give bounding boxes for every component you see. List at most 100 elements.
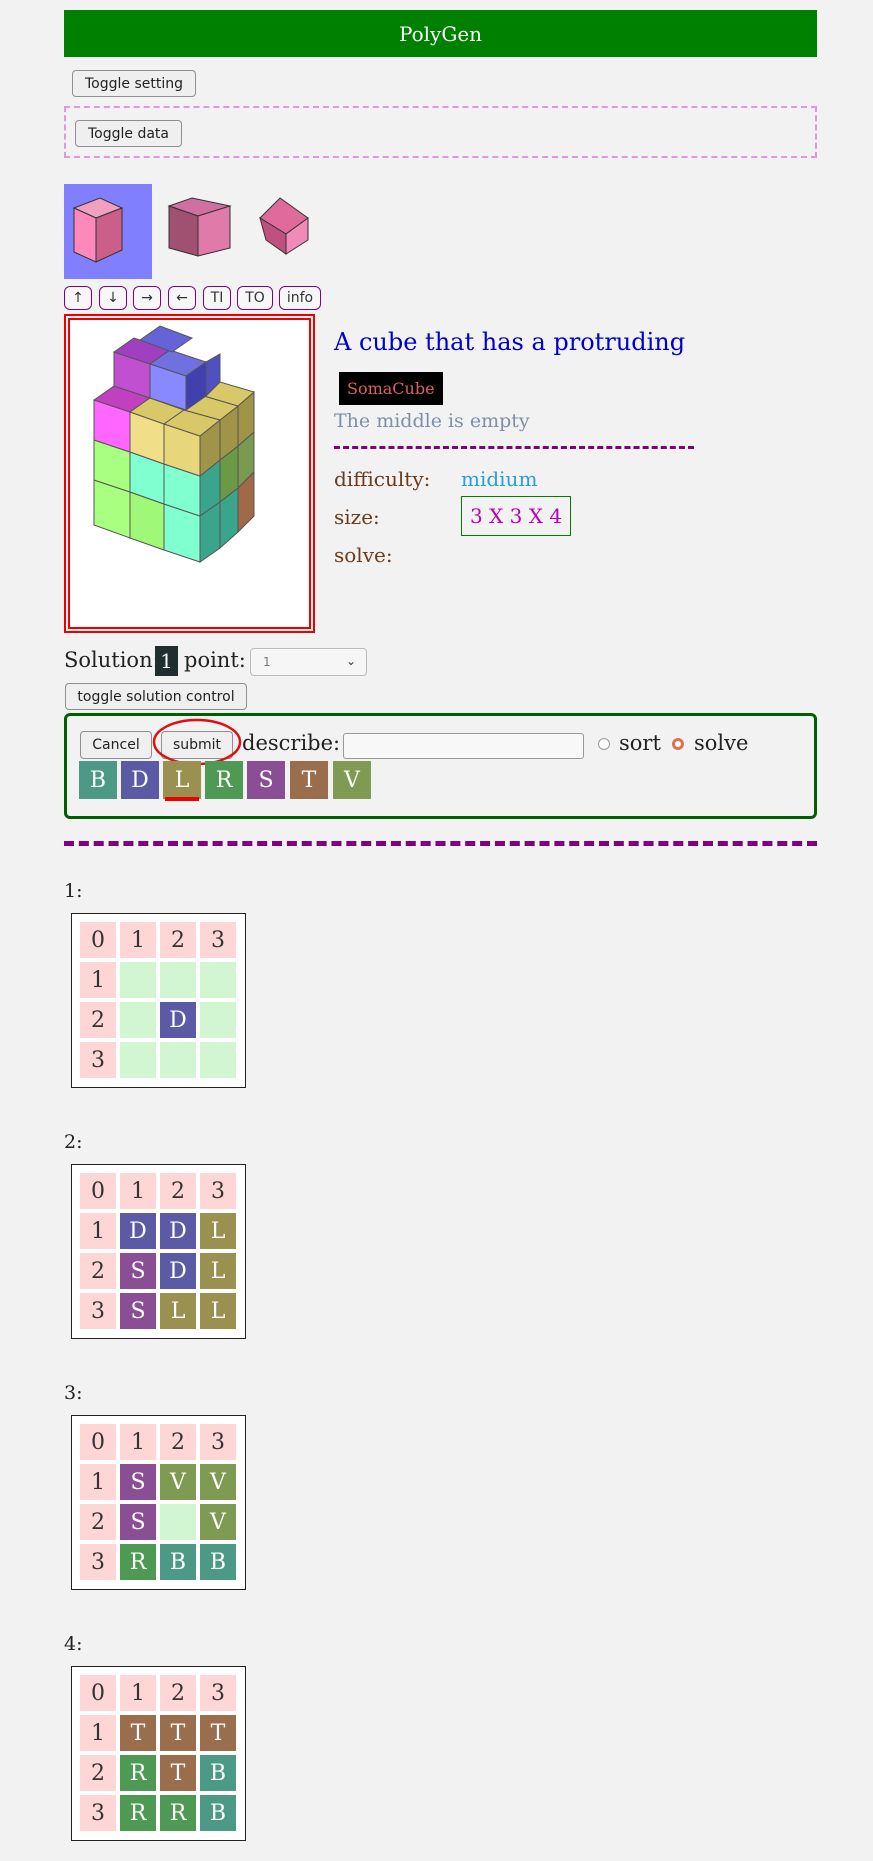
- solution-label: Solution:: [64, 648, 160, 672]
- rotate-up-button[interactable]: ↑: [64, 286, 92, 310]
- size-value: 3 X 3 X 4: [461, 496, 572, 536]
- grid-row-header: 2: [80, 1504, 116, 1540]
- grid-cell-filled[interactable]: L: [160, 1293, 196, 1329]
- grid-cell-filled[interactable]: B: [200, 1795, 236, 1831]
- grid-cell-empty[interactable]: [200, 1042, 236, 1078]
- grid-cell-empty[interactable]: [160, 1504, 196, 1540]
- grid-cell-filled[interactable]: T: [160, 1715, 196, 1751]
- grid-cell-filled[interactable]: S: [120, 1293, 156, 1329]
- grid-column-header: 1: [120, 1675, 156, 1711]
- grid-cell-empty[interactable]: [120, 1042, 156, 1078]
- grid-cell-empty[interactable]: [160, 1042, 196, 1078]
- grid-cell-filled[interactable]: T: [200, 1715, 236, 1751]
- grid-cell-filled[interactable]: R: [160, 1795, 196, 1831]
- grid-cell-filled[interactable]: S: [120, 1504, 156, 1540]
- chevron-down-icon: ⌄: [345, 654, 356, 668]
- to-button[interactable]: TO: [237, 286, 273, 310]
- rotate-down-button[interactable]: ↓: [99, 286, 127, 310]
- puzzle-tag: SomaCube: [339, 372, 443, 405]
- cube-3d-viewer[interactable]: [64, 314, 315, 633]
- grid-cell-filled[interactable]: T: [160, 1755, 196, 1791]
- grid-cell-filled[interactable]: L: [200, 1293, 236, 1329]
- grid-cell-filled[interactable]: D: [120, 1213, 156, 1249]
- layer-title: 3:: [64, 1382, 83, 1404]
- selected-piece-underline: [165, 797, 199, 801]
- piece-s[interactable]: S: [247, 761, 285, 799]
- grid-column-header: 2: [160, 922, 196, 958]
- point-select[interactable]: 1 ⌄: [250, 648, 367, 676]
- grid-row-header: 1: [80, 1213, 116, 1249]
- cancel-button[interactable]: Cancel: [80, 731, 152, 759]
- difficulty-label: difficulty:: [334, 467, 431, 491]
- grid-cell-filled[interactable]: L: [200, 1253, 236, 1289]
- thumbnail-cube-view-2[interactable]: [164, 194, 234, 259]
- point-select-value: 1: [263, 655, 271, 669]
- highlight-circle: [152, 718, 242, 766]
- layer-title: 1:: [64, 880, 83, 902]
- radio-sort-label: sort: [619, 731, 661, 755]
- grid-cell-empty[interactable]: [120, 1002, 156, 1038]
- grid-column-header: 3: [200, 922, 236, 958]
- piece-v[interactable]: V: [333, 761, 371, 799]
- app-title: PolyGen: [398, 21, 483, 46]
- grid-cell-filled[interactable]: D: [160, 1253, 196, 1289]
- cube-icon: [167, 197, 232, 257]
- rotate-left-button[interactable]: ←: [168, 286, 196, 310]
- piece-d[interactable]: D: [121, 761, 159, 799]
- grid-cell-filled[interactable]: R: [120, 1795, 156, 1831]
- grid-cell-filled[interactable]: V: [200, 1464, 236, 1500]
- grid-row-header: 2: [80, 1755, 116, 1791]
- grid-column-header: 3: [200, 1675, 236, 1711]
- grid-column-header: 0: [80, 1173, 116, 1209]
- grid-cell-filled[interactable]: B: [200, 1755, 236, 1791]
- ti-button[interactable]: TI: [203, 286, 231, 310]
- grid-cell-filled[interactable]: D: [160, 1002, 196, 1038]
- grid-cell-empty[interactable]: [200, 962, 236, 998]
- grid-cell-filled[interactable]: R: [120, 1544, 156, 1580]
- piece-b[interactable]: B: [79, 761, 117, 799]
- radio-solve[interactable]: [672, 738, 684, 750]
- grid-cell-filled[interactable]: B: [200, 1544, 236, 1580]
- describe-input[interactable]: [343, 733, 584, 759]
- toggle-data-button[interactable]: Toggle data: [75, 120, 182, 147]
- toggle-setting-button[interactable]: Toggle setting: [72, 70, 196, 97]
- info-divider: [334, 446, 694, 449]
- info-button[interactable]: info: [279, 286, 321, 310]
- layer-grid: 01231SVV2SV3RBB: [71, 1415, 246, 1590]
- grid-cell-filled[interactable]: D: [160, 1213, 196, 1249]
- grid-column-header: 0: [80, 1675, 116, 1711]
- point-label: point:: [184, 648, 246, 672]
- rotate-right-button[interactable]: →: [133, 286, 161, 310]
- piece-t[interactable]: T: [290, 761, 328, 799]
- grid-cell-empty[interactable]: [200, 1002, 236, 1038]
- radio-sort[interactable]: [598, 738, 610, 750]
- grid-cell-empty[interactable]: [120, 962, 156, 998]
- grid-cell-filled[interactable]: V: [160, 1464, 196, 1500]
- thumbnail-cube-view-3[interactable]: [256, 196, 314, 256]
- app-header: PolyGen: [64, 10, 817, 57]
- grid-cell-filled[interactable]: S: [120, 1464, 156, 1500]
- grid-row-header: 3: [80, 1042, 116, 1078]
- grid-row-header: 1: [80, 1464, 116, 1500]
- layer-title: 2:: [64, 1131, 83, 1153]
- grid-row-header: 2: [80, 1002, 116, 1038]
- grid-row-header: 1: [80, 962, 116, 998]
- solve-label: solve:: [334, 543, 393, 567]
- grid-cell-filled[interactable]: T: [120, 1715, 156, 1751]
- thumbnail-cube-view-1[interactable]: [64, 184, 152, 279]
- piece-r[interactable]: R: [205, 761, 243, 799]
- piece-l[interactable]: L: [163, 761, 201, 799]
- toggle-solution-control-button[interactable]: toggle solution control: [65, 683, 247, 710]
- grid-cell-filled[interactable]: V: [200, 1504, 236, 1540]
- cube-icon: [259, 197, 309, 255]
- grid-column-header: 1: [120, 922, 156, 958]
- grid-column-header: 2: [160, 1424, 196, 1460]
- grid-cell-filled[interactable]: R: [120, 1755, 156, 1791]
- grid-cell-empty[interactable]: [160, 962, 196, 998]
- cube-icon: [72, 197, 124, 263]
- grid-column-header: 0: [80, 1424, 116, 1460]
- puzzle-title: A cube that has a protruding: [334, 328, 686, 356]
- grid-cell-filled[interactable]: L: [200, 1213, 236, 1249]
- grid-cell-filled[interactable]: S: [120, 1253, 156, 1289]
- grid-cell-filled[interactable]: B: [160, 1544, 196, 1580]
